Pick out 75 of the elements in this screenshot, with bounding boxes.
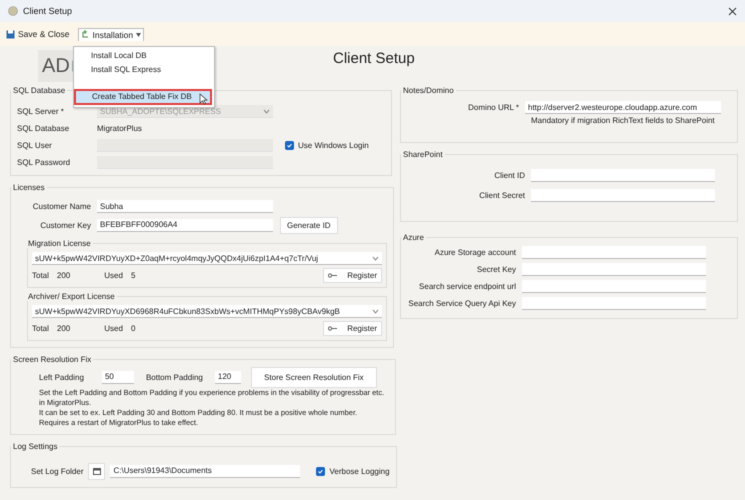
- field-label: Set Log Folder: [31, 466, 84, 476]
- input-field[interactable]: [531, 169, 715, 182]
- register-button[interactable]: Register: [323, 268, 382, 283]
- key-icon: [328, 326, 338, 331]
- group-title: SharePoint: [402, 150, 444, 159]
- close-icon: [728, 6, 737, 16]
- chevron-down-icon: [372, 308, 379, 314]
- window-title: Client Setup: [23, 6, 74, 16]
- input-field[interactable]: 50: [102, 370, 134, 384]
- save-icon: [6, 30, 15, 38]
- input-field[interactable]: [522, 263, 706, 276]
- checkbox-label: Use Windows Login: [298, 141, 369, 150]
- field-value: 200: [56, 271, 70, 280]
- input-field[interactable]: http://dserver2.westeurope.cloudapp.azure.com: [525, 101, 721, 114]
- field-label: Azure Storage account: [434, 248, 517, 257]
- menu-item[interactable]: Create Tabbed Table Fix DB: [74, 89, 212, 105]
- field-value: 200: [56, 324, 70, 333]
- group-title: Azure: [402, 233, 425, 242]
- group-title: SQL Database: [12, 86, 66, 95]
- field-label: SQL User: [17, 141, 53, 150]
- dropdown[interactable]: sUW+k5pwW42VIRDYuyXD+Z0aqM+rcyol4mqyJyQQDx4jUi6zpI1A4+q7cTr/Vuj: [32, 252, 382, 265]
- input-field[interactable]: [522, 297, 706, 310]
- field-value: 5: [130, 271, 136, 280]
- input-field[interactable]: C:\Users\91943\Documents: [110, 464, 300, 478]
- hint-text: Mandatory if migration RichText fields to SharePoint: [531, 116, 716, 127]
- field-label: Customer Name: [32, 202, 92, 211]
- input-field[interactable]: [522, 280, 706, 293]
- field-label: Search Service Query Api Key: [407, 299, 517, 308]
- store-fix-button[interactable]: Store Screen Resolution Fix: [250, 366, 377, 388]
- group-title: Notes/Domino: [402, 86, 455, 95]
- input-field[interactable]: [522, 246, 706, 259]
- field-label: Secret Key: [476, 265, 517, 274]
- field-label: Left Padding: [39, 372, 84, 382]
- page-heading: Client Setup: [333, 50, 415, 67]
- field-label: Customer Key: [39, 220, 92, 230]
- field-label: SQL Server *: [17, 107, 65, 116]
- field-value: MigratorPlus: [97, 124, 142, 133]
- field-label: Used: [104, 324, 123, 333]
- cursor-icon: [199, 93, 208, 105]
- input-field[interactable]: [531, 189, 715, 202]
- menu-button[interactable]: Installation: [78, 28, 144, 40]
- field-label: Bottom Padding: [146, 372, 203, 382]
- generate-id-button[interactable]: Generate ID: [280, 216, 338, 234]
- field-label: Client ID: [493, 171, 526, 180]
- checkbox-label: Verbose Logging: [329, 466, 390, 476]
- input-field[interactable]: BFEBFBFF000906A4: [97, 218, 273, 232]
- field-label: SQL Password: [17, 158, 72, 167]
- plus-icon: [80, 30, 90, 39]
- logo-text: AD: [42, 54, 70, 78]
- checkbox[interactable]: [316, 466, 326, 476]
- menu-item[interactable]: Install SQL Express: [74, 63, 212, 77]
- register-button[interactable]: Register: [323, 321, 382, 336]
- menu-item[interactable]: Install Local DB: [74, 49, 212, 63]
- dropdown[interactable]: sUW+k5pwW42VIRDYuyXD6968R4uFCbkun83SxbWs+vcMITHMqPYs98yCBAv9kgB: [32, 305, 382, 318]
- group-title: Migration License: [27, 239, 92, 248]
- field-label: Total: [32, 324, 49, 333]
- field-label: Total: [32, 271, 49, 280]
- group-title: Archiver/ Export License: [27, 292, 116, 301]
- field-label: SQL Database: [17, 124, 70, 133]
- group-title: Licenses: [12, 183, 46, 192]
- field-label: Client Secret: [478, 191, 526, 200]
- field-value: 0: [130, 324, 136, 333]
- group-title: Screen Resolution Fix: [12, 355, 92, 364]
- input-field[interactable]: 120: [214, 370, 241, 384]
- save-button[interactable]: Save & Close: [4, 28, 72, 40]
- field-label: Search service endpoint url: [418, 282, 517, 291]
- field-label: Used: [104, 271, 123, 280]
- field-label: Domino URL *: [467, 103, 520, 112]
- chevron-down-icon: [372, 256, 379, 260]
- chevron-down-icon: [263, 108, 270, 114]
- folder-button[interactable]: [88, 462, 106, 480]
- input-field[interactable]: Subha: [97, 200, 273, 213]
- group-title: Log Settings: [12, 442, 58, 451]
- app-icon: [8, 6, 18, 16]
- key-icon: [328, 273, 338, 278]
